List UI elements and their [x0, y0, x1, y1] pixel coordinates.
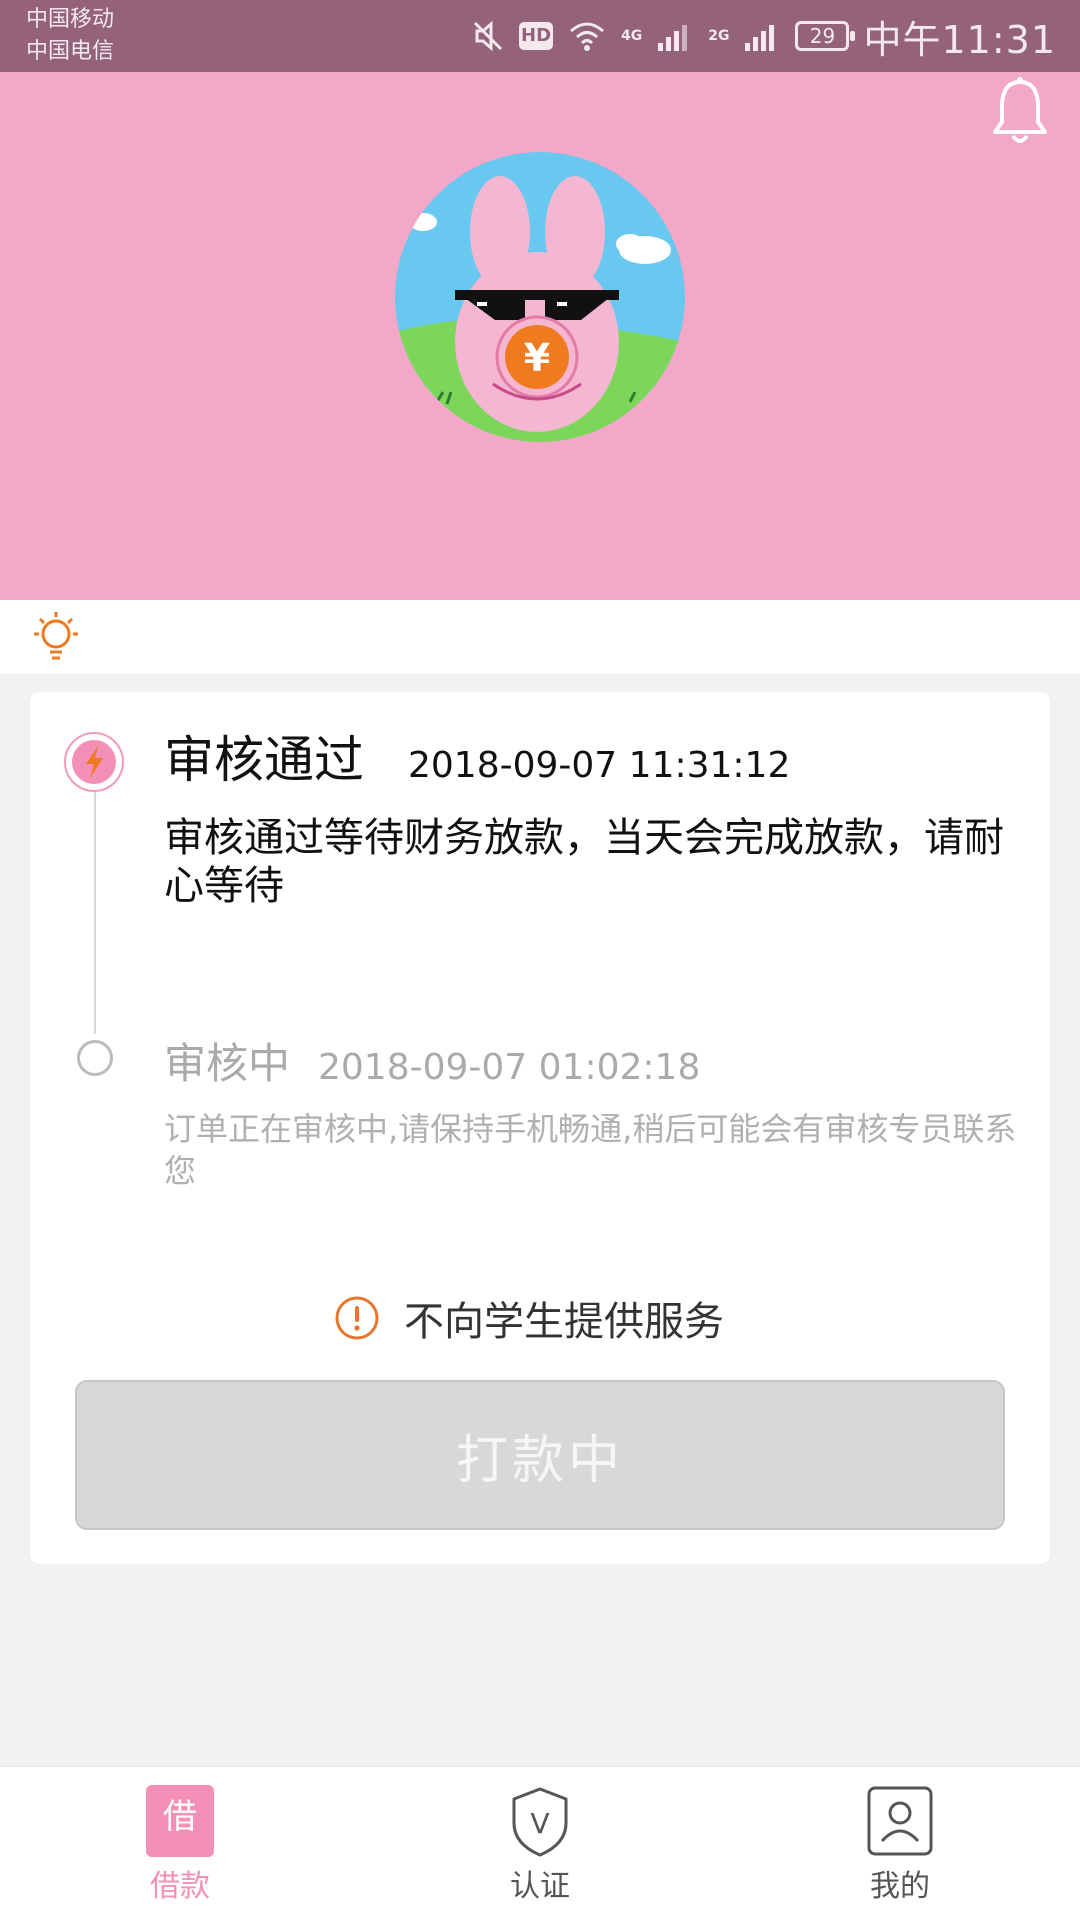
warning-icon	[335, 1296, 379, 1340]
step-approved-title: 审核通过	[164, 731, 364, 789]
wifi-icon	[570, 22, 605, 51]
lightning-icon	[86, 746, 103, 778]
lightbulb-icon	[34, 612, 78, 660]
loan-icon: 借	[146, 1785, 214, 1857]
battery-icon: 29	[795, 21, 856, 51]
tab-mine-label: 我的	[870, 1869, 930, 1904]
signal-icon-2	[745, 25, 775, 51]
status-bar: 中国移动 中国电信 HD 4G 2G 29 中午11:31	[0, 0, 1080, 72]
mute-icon	[473, 20, 503, 52]
tab-mine[interactable]: 我的	[800, 1767, 1000, 1920]
student-notice: 不向学生提供服务	[334, 1290, 724, 1346]
network-2g-label: 2G	[708, 28, 730, 44]
timeline-dot-active	[64, 732, 124, 792]
progress-card: 审核通过 2018-09-07 11:31:12 审核通过等待财务放款，当天会完…	[30, 692, 1050, 1564]
notice-text: 不向学生提供服务	[404, 1299, 724, 1345]
step-approved-desc: 审核通过等待财务放款，当天会完成放款，请耐心等待	[164, 815, 1004, 909]
carrier-1: 中国移动	[26, 7, 115, 32]
user-icon	[867, 1786, 933, 1856]
timeline-line	[94, 792, 96, 1034]
step-reviewing-time: 2018-09-07 01:02:18	[318, 1047, 701, 1088]
clock: 中午11:31	[863, 17, 1056, 62]
hd-badge: HD	[519, 22, 554, 50]
tab-loan[interactable]: 借 借款	[80, 1767, 280, 1920]
carrier-2: 中国电信	[26, 39, 115, 64]
bell-icon[interactable]	[990, 76, 1050, 148]
tip-row	[0, 600, 1080, 674]
signal-icon	[658, 25, 688, 51]
avatar: ¥	[395, 152, 685, 442]
step-reviewing-desc: 订单正在审核中,请保持手机畅通,稍后可能会有审核专员联系您	[164, 1110, 1017, 1190]
tab-verify-label: 认证	[510, 1869, 570, 1904]
step-approved-time: 2018-09-07 11:31:12	[408, 745, 791, 786]
tab-verify[interactable]: V 认证	[440, 1767, 640, 1920]
tab-loan-label: 借款	[150, 1869, 210, 1904]
disbursing-button[interactable]: 打款中	[75, 1380, 1005, 1530]
shield-icon: V	[512, 1787, 568, 1857]
coin-symbol: ¥	[524, 336, 550, 380]
status-indicators: HD 4G 2G 29 中午11:31	[471, 12, 1056, 62]
timeline-dot-idle	[77, 1040, 113, 1076]
step-reviewing-title: 审核中	[164, 1039, 291, 1088]
header-banner: ¥	[0, 72, 1080, 600]
shield-letter: V	[530, 1807, 549, 1840]
network-4g-label: 4G	[621, 28, 643, 44]
bottom-tab-bar: 借 借款 V 认证 我的	[0, 1766, 1080, 1920]
